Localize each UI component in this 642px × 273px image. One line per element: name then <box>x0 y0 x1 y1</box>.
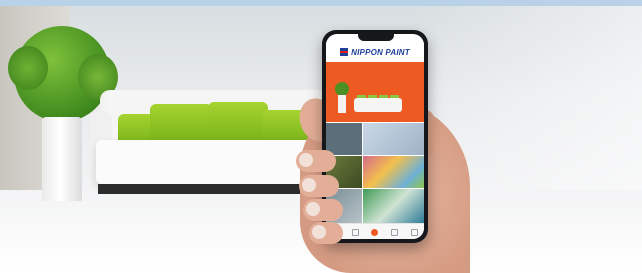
app-tile[interactable] <box>363 189 424 223</box>
grid-icon <box>351 228 359 236</box>
finger <box>303 199 343 221</box>
plant-pot <box>42 117 82 201</box>
finger <box>299 175 339 197</box>
brand-name: NIPPON PAINT <box>351 47 410 57</box>
app-tile[interactable] <box>363 123 424 155</box>
sofa-cushion <box>208 102 268 144</box>
hero-sofa <box>354 98 402 112</box>
tab-grid[interactable] <box>350 227 360 237</box>
room-scene: NIPPON PAINT <box>0 0 642 273</box>
phone-notch <box>358 34 394 41</box>
more-icon <box>410 228 418 236</box>
app-tile[interactable] <box>326 123 362 155</box>
hero-plant <box>335 82 349 96</box>
plant-foliage <box>8 26 118 122</box>
app-tile[interactable] <box>363 156 424 188</box>
finger <box>296 150 336 172</box>
sofa-cushion <box>150 104 212 144</box>
app-header: NIPPON PAINT <box>326 42 424 62</box>
finger <box>309 222 343 244</box>
tab-more[interactable] <box>409 227 419 237</box>
brand-logo-icon <box>340 48 349 56</box>
app-hero-banner[interactable] <box>326 62 424 122</box>
store-icon <box>391 228 399 236</box>
tab-camera[interactable] <box>370 227 380 237</box>
hero-pot <box>338 95 346 113</box>
camera-icon <box>371 228 379 236</box>
tab-store[interactable] <box>390 227 400 237</box>
